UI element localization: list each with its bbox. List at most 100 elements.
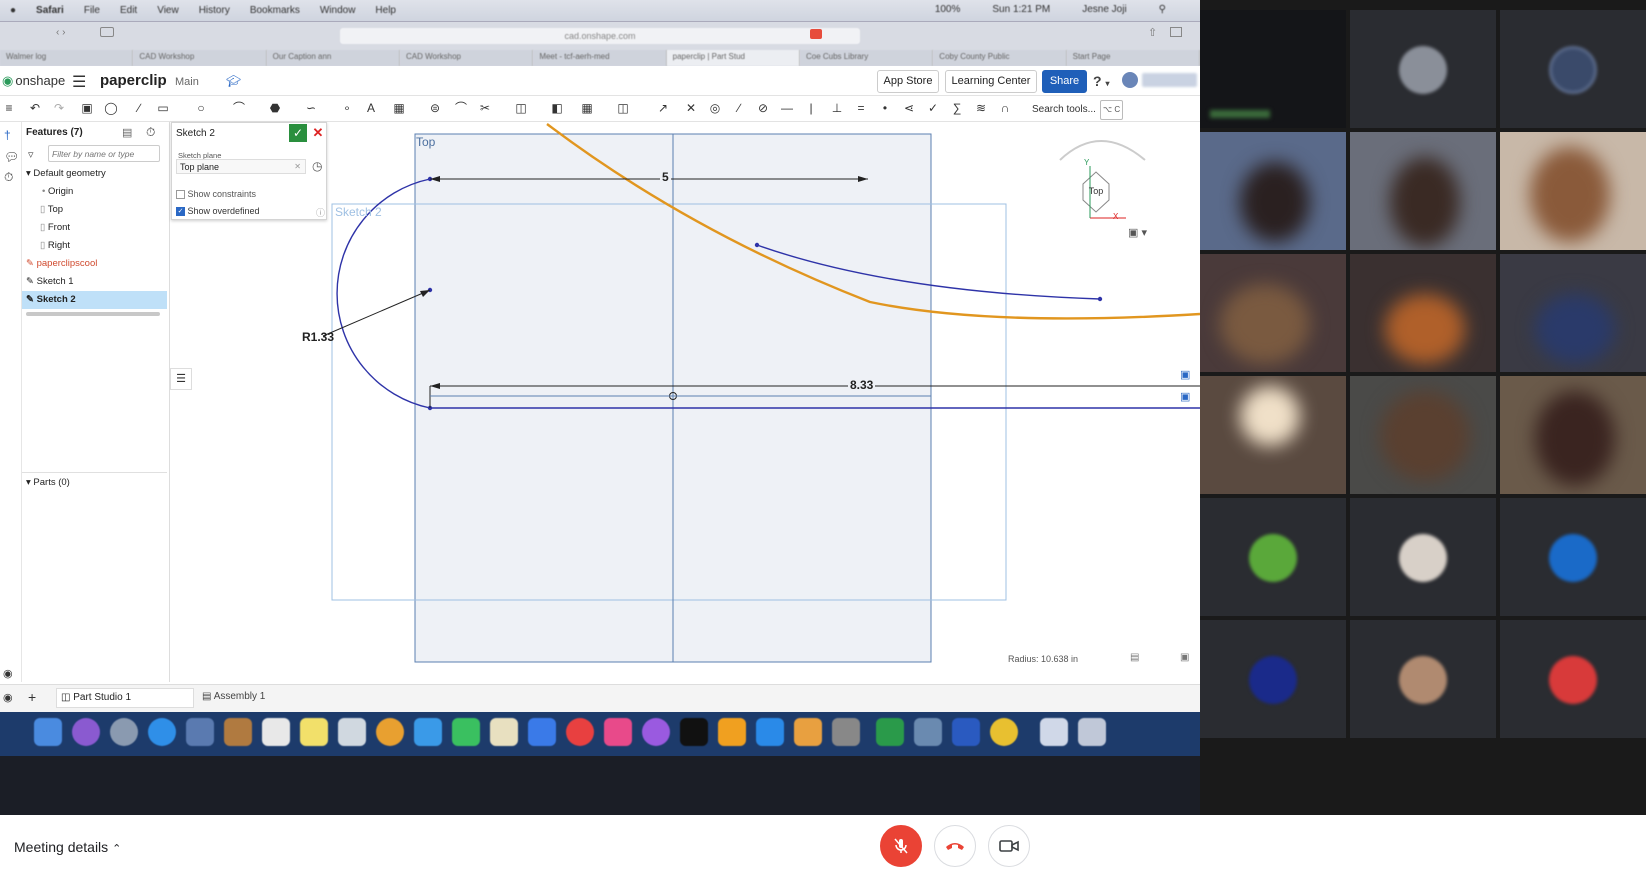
reminders-icon[interactable] (490, 718, 518, 746)
participant-tile[interactable] (1200, 498, 1346, 616)
onshape-logo[interactable]: ◉ onshape (2, 73, 65, 89)
transform-tool-icon[interactable]: ◫ (616, 101, 630, 115)
photo-icon[interactable] (186, 718, 214, 746)
view-options-icon[interactable]: ▣ ▾ (1128, 226, 1147, 239)
view-icon[interactable]: ◉ (3, 667, 13, 680)
info-icon[interactable]: ⓘ (316, 206, 325, 219)
mirror-tool-icon[interactable]: ◧ (550, 101, 564, 115)
participant-video[interactable] (1350, 254, 1496, 372)
text-tool-icon[interactable]: A (364, 101, 378, 115)
feature-plane-right[interactable]: ▯ Right (22, 237, 167, 255)
view-mode-icon[interactable]: ▣ (1180, 390, 1190, 403)
back-forward-icon[interactable]: ‹ › (56, 27, 65, 38)
apple-menu-icon[interactable]: ● (10, 5, 16, 16)
status-icon[interactable]: ▤ (1130, 652, 1139, 663)
menu-bookmarks[interactable]: Bookmarks (250, 5, 300, 16)
vertical-icon[interactable]: | (804, 101, 818, 115)
rollback-bar[interactable] (26, 312, 160, 316)
dimension-bottom-value[interactable]: 8.33 (848, 378, 876, 392)
learning-center-button[interactable]: Learning Center (945, 70, 1037, 93)
lock-icon[interactable]: ▣ (1180, 652, 1189, 663)
preview-icon[interactable] (914, 718, 942, 746)
participant-tile[interactable] (1350, 498, 1496, 616)
mic-off-button[interactable] (880, 825, 922, 867)
symmetric-icon[interactable]: ∑ (950, 101, 964, 115)
coincident-icon[interactable]: ⋖ (902, 101, 916, 115)
participant-video[interactable] (1200, 132, 1346, 250)
app-store-button[interactable]: App Store (877, 70, 939, 93)
graduation-cap-icon[interactable]: 🎓︎ (226, 74, 241, 88)
participant-video[interactable] (1500, 376, 1646, 494)
dimension-top-value[interactable]: 5 (660, 170, 671, 184)
keynote-icon[interactable] (528, 718, 556, 746)
feature-origin[interactable]: • Origin (22, 183, 167, 201)
line-tool-icon[interactable]: ∕ (132, 101, 146, 115)
browser-tab[interactable]: Our Caption ann (266, 50, 400, 66)
default-geometry-group[interactable]: ▾ Default geometry (22, 165, 167, 183)
menu-view[interactable]: View (157, 5, 179, 16)
view-rotate-arc[interactable] (1059, 140, 1146, 161)
rollback-icon[interactable]: ⏱︎ (146, 125, 155, 140)
sketch-options-icon[interactable]: ▣ (1180, 368, 1190, 381)
view-normal-icon[interactable]: ◷ (312, 159, 322, 173)
numbers-icon[interactable] (794, 718, 822, 746)
word-icon[interactable] (952, 718, 980, 746)
intersection-icon[interactable]: ✕ (684, 101, 698, 115)
browser-tab[interactable]: Coe Cubs Library (799, 50, 934, 66)
cancel-x-icon[interactable]: ✕ (310, 124, 326, 142)
point-tool-icon[interactable]: ∘ (340, 101, 354, 115)
menu-history[interactable]: History (199, 5, 230, 16)
maps-icon[interactable] (338, 718, 366, 746)
safari-icon[interactable] (148, 718, 176, 746)
sketch-point[interactable] (1097, 296, 1103, 302)
finder-icon[interactable] (34, 718, 62, 746)
end-call-button[interactable] (934, 825, 976, 867)
user-avatar[interactable] (1122, 72, 1138, 88)
trash-icon[interactable] (1078, 718, 1106, 746)
participant-video[interactable] (1200, 254, 1346, 372)
spotlight-icon[interactable]: ⚲ (1159, 4, 1166, 15)
browser-tab-active[interactable]: paperclip | Part Stud (666, 50, 800, 66)
midpoint-icon[interactable]: • (878, 101, 892, 115)
fillet-tool-icon[interactable]: ⌒ (454, 101, 468, 115)
circle-tool-icon[interactable]: ○ (194, 101, 208, 115)
tangent-icon[interactable]: ⊘ (756, 101, 770, 115)
sketch-plane-field[interactable]: Top plane ✕ (176, 159, 306, 174)
filter-input[interactable] (48, 145, 160, 162)
messages-icon[interactable] (452, 718, 480, 746)
add-tab-button[interactable]: + (28, 689, 36, 705)
share-button[interactable]: Share (1042, 70, 1087, 93)
horizontal-icon[interactable]: — (780, 101, 794, 115)
show-constraints-row[interactable]: Show constraints (176, 189, 256, 200)
sidebar-icon[interactable] (100, 27, 114, 37)
browser-tab[interactable]: CAD Workshop (133, 50, 267, 66)
project-tool-icon[interactable]: ↗ (656, 101, 670, 115)
show-constraints-checkbox[interactable] (176, 190, 185, 200)
menu-help[interactable]: Help (375, 5, 396, 16)
contacts-icon[interactable] (224, 718, 252, 746)
excel-icon[interactable] (876, 718, 904, 746)
tab-part-studio[interactable]: ◫ Part Studio 1 (56, 688, 194, 708)
browser-tab[interactable]: Walmer log (0, 50, 134, 66)
browser-tab[interactable]: Coby County Public (933, 50, 1067, 66)
browser-tab[interactable]: Start Page (1066, 50, 1200, 66)
show-overdefined-row[interactable]: ✓ Show overdefined (176, 206, 260, 217)
user-name-blurred[interactable] (1142, 73, 1197, 87)
use-icon[interactable]: ◯ (104, 101, 118, 115)
menu-safari[interactable]: Safari (36, 5, 64, 16)
feature-paperclipscool[interactable]: ✎ paperclipscool (22, 255, 167, 273)
comment-icon[interactable]: 💬︎ (4, 150, 19, 164)
offset-tool-icon[interactable]: ◫ (514, 101, 528, 115)
branch-label[interactable]: Main (175, 76, 199, 88)
list-toggle-icon[interactable]: ☰ (170, 368, 192, 390)
hamburger-menu-icon[interactable]: ☰ (72, 72, 86, 92)
participant-tile[interactable] (1200, 10, 1346, 128)
equal-icon[interactable]: = (854, 101, 868, 115)
new-folder-icon[interactable]: ▤ (122, 126, 132, 139)
parallel-icon[interactable]: ∕ (732, 101, 746, 115)
browser-tab[interactable]: Meet - tcf-aerh-med (533, 50, 667, 66)
arc-tool-icon[interactable]: ⌒ (232, 101, 246, 115)
participant-tile[interactable] (1500, 498, 1646, 616)
radius-dimension-value[interactable]: R1.33 (302, 330, 334, 344)
menu-edit[interactable]: Edit (120, 5, 137, 16)
